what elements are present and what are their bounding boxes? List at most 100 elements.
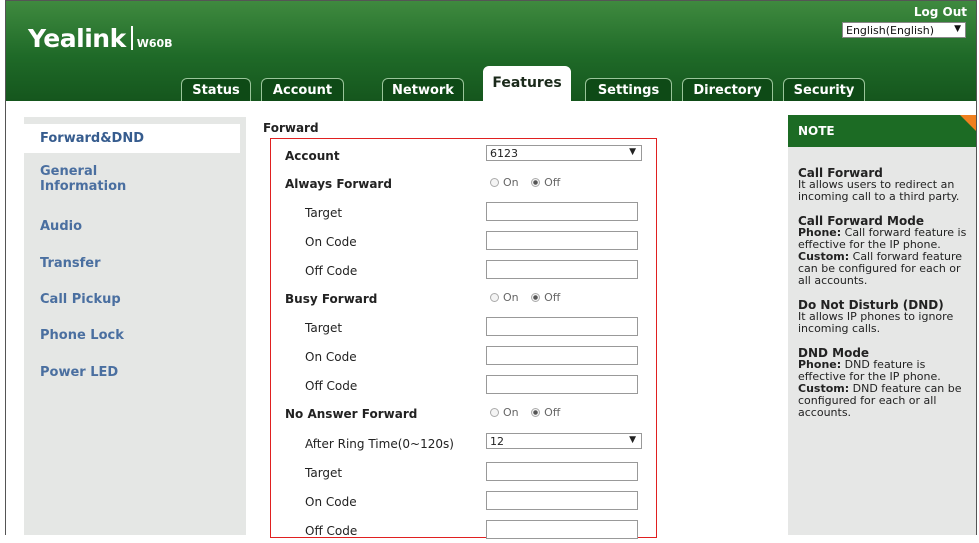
note-text: Custom: DND feature can be configured fo… bbox=[798, 383, 974, 419]
radio-selected-icon bbox=[531, 293, 541, 302]
off-label: Off bbox=[544, 291, 561, 304]
target-label: Target bbox=[305, 206, 343, 220]
no-answer-on-code-row: On Code bbox=[271, 490, 656, 514]
sidebar: Forward&DND General Information Audio Tr… bbox=[24, 117, 246, 535]
sidebar-item-transfer[interactable]: Transfer bbox=[24, 256, 101, 271]
on-code-label: On Code bbox=[305, 495, 357, 509]
target-label: Target bbox=[305, 466, 343, 480]
busy-forward-row: Busy Forward On Off bbox=[271, 287, 656, 311]
tab-network[interactable]: Network bbox=[382, 78, 464, 102]
no-answer-off-code-input[interactable] bbox=[486, 520, 638, 539]
always-forward-radios: On Off bbox=[490, 176, 569, 189]
busy-off-code-input[interactable] bbox=[486, 375, 638, 394]
after-ring-time-value: 12 bbox=[490, 435, 504, 448]
logo-brand: Yealink bbox=[28, 24, 126, 53]
target-label: Target bbox=[305, 321, 343, 335]
on-code-label: On Code bbox=[305, 350, 357, 364]
on-code-label: On Code bbox=[305, 235, 357, 249]
on-label: On bbox=[503, 176, 519, 189]
note-dnd: Do Not Disturb (DND) It allows IP phones… bbox=[798, 299, 974, 335]
account-label: Account bbox=[285, 149, 340, 163]
no-answer-target-input[interactable] bbox=[486, 462, 638, 481]
logo-model: W60B bbox=[136, 37, 173, 50]
after-ring-time-select[interactable]: 12 ▼ bbox=[486, 433, 642, 449]
radio-icon bbox=[490, 178, 499, 187]
note-text: Phone: DND feature is effective for the … bbox=[798, 359, 974, 383]
busy-forward-off[interactable]: Off bbox=[531, 291, 560, 304]
always-target-input[interactable] bbox=[486, 202, 638, 221]
always-on-code-row: On Code bbox=[271, 230, 656, 254]
content-area: Forward&DND General Information Audio Tr… bbox=[6, 101, 976, 539]
sidebar-item-power-led[interactable]: Power LED bbox=[24, 365, 118, 380]
note-panel: NOTE Call Forward It allows users to red… bbox=[788, 115, 976, 535]
always-forward-on[interactable]: On bbox=[490, 176, 519, 189]
off-label: Off bbox=[544, 176, 561, 189]
note-call-forward-mode: Call Forward Mode Phone: Call forward fe… bbox=[798, 215, 974, 287]
after-ring-time-row: After Ring Time(0~120s) 12 ▼ bbox=[271, 432, 656, 456]
tab-features[interactable]: Features bbox=[483, 66, 571, 102]
no-answer-forward-row: No Answer Forward On Off bbox=[271, 402, 656, 426]
busy-forward-on[interactable]: On bbox=[490, 291, 519, 304]
always-forward-label: Always Forward bbox=[285, 177, 392, 191]
sidebar-item-audio[interactable]: Audio bbox=[24, 219, 82, 234]
busy-off-code-row: Off Code bbox=[271, 374, 656, 398]
no-answer-forward-label: No Answer Forward bbox=[285, 407, 418, 421]
tab-directory[interactable]: Directory bbox=[682, 78, 773, 102]
yealink-logo: Yealink W60B bbox=[28, 24, 173, 53]
logout-link[interactable]: Log Out bbox=[914, 5, 967, 19]
no-answer-off-code-row: Off Code bbox=[271, 519, 656, 543]
no-answer-forward-radios: On Off bbox=[490, 406, 569, 419]
always-forward-row: Always Forward On Off bbox=[271, 172, 656, 196]
busy-forward-radios: On Off bbox=[490, 291, 569, 304]
no-answer-forward-on[interactable]: On bbox=[490, 406, 519, 419]
note-text: It allows IP phones to ignore incoming c… bbox=[798, 310, 954, 335]
chevron-down-icon: ▼ bbox=[954, 24, 961, 34]
account-value: 6123 bbox=[490, 147, 518, 160]
sidebar-item-general-information[interactable]: General Information bbox=[24, 164, 160, 194]
busy-target-row: Target bbox=[271, 316, 656, 340]
off-code-label: Off Code bbox=[305, 379, 358, 393]
sidebar-item-forward-dnd[interactable]: Forward&DND bbox=[24, 124, 240, 153]
sidebar-item-call-pickup[interactable]: Call Pickup bbox=[24, 292, 121, 307]
no-answer-forward-off[interactable]: Off bbox=[531, 406, 560, 419]
radio-icon bbox=[490, 408, 499, 417]
language-select[interactable]: English(English) ▼ bbox=[842, 22, 966, 38]
on-label: On bbox=[503, 291, 519, 304]
off-code-label: Off Code bbox=[305, 524, 358, 538]
always-forward-off[interactable]: Off bbox=[531, 176, 560, 189]
busy-on-code-input[interactable] bbox=[486, 346, 638, 365]
off-label: Off bbox=[544, 406, 561, 419]
off-code-label: Off Code bbox=[305, 264, 358, 278]
forward-settings-box: Account 6123 ▼ Always Forward On Off Tar… bbox=[270, 138, 657, 539]
no-answer-on-code-input[interactable] bbox=[486, 491, 638, 510]
note-text: It allows users to redirect an incoming … bbox=[798, 178, 960, 203]
note-corner-icon bbox=[960, 115, 976, 131]
radio-icon bbox=[490, 293, 499, 302]
always-off-code-input[interactable] bbox=[486, 260, 638, 279]
tab-status[interactable]: Status bbox=[181, 78, 251, 102]
note-body: Call Forward It allows users to redirect… bbox=[798, 167, 974, 431]
busy-target-input[interactable] bbox=[486, 317, 638, 336]
always-on-code-input[interactable] bbox=[486, 231, 638, 250]
always-off-code-row: Off Code bbox=[271, 259, 656, 283]
note-call-forward: Call Forward It allows users to redirect… bbox=[798, 167, 974, 203]
chevron-down-icon: ▼ bbox=[629, 147, 636, 157]
busy-on-code-row: On Code bbox=[271, 345, 656, 369]
note-dnd-mode: DND Mode Phone: DND feature is effective… bbox=[798, 347, 974, 419]
tab-settings[interactable]: Settings bbox=[585, 78, 672, 102]
on-label: On bbox=[503, 406, 519, 419]
sidebar-item-phone-lock[interactable]: Phone Lock bbox=[24, 328, 124, 343]
tab-security[interactable]: Security bbox=[783, 78, 865, 102]
section-title-forward: Forward bbox=[263, 121, 319, 135]
radio-selected-icon bbox=[531, 178, 541, 187]
logo-separator bbox=[130, 26, 133, 50]
header-bar: Yealink W60B Log Out English(English) ▼ S… bbox=[6, 1, 976, 102]
chevron-down-icon: ▼ bbox=[629, 435, 636, 445]
tab-account[interactable]: Account bbox=[261, 78, 344, 102]
note-text: Phone: Call forward feature is effective… bbox=[798, 227, 974, 251]
busy-forward-label: Busy Forward bbox=[285, 292, 378, 306]
language-value: English(English) bbox=[846, 24, 935, 37]
account-select[interactable]: 6123 ▼ bbox=[486, 145, 642, 161]
account-row: Account 6123 ▼ bbox=[271, 144, 656, 168]
always-target-row: Target bbox=[271, 201, 656, 225]
